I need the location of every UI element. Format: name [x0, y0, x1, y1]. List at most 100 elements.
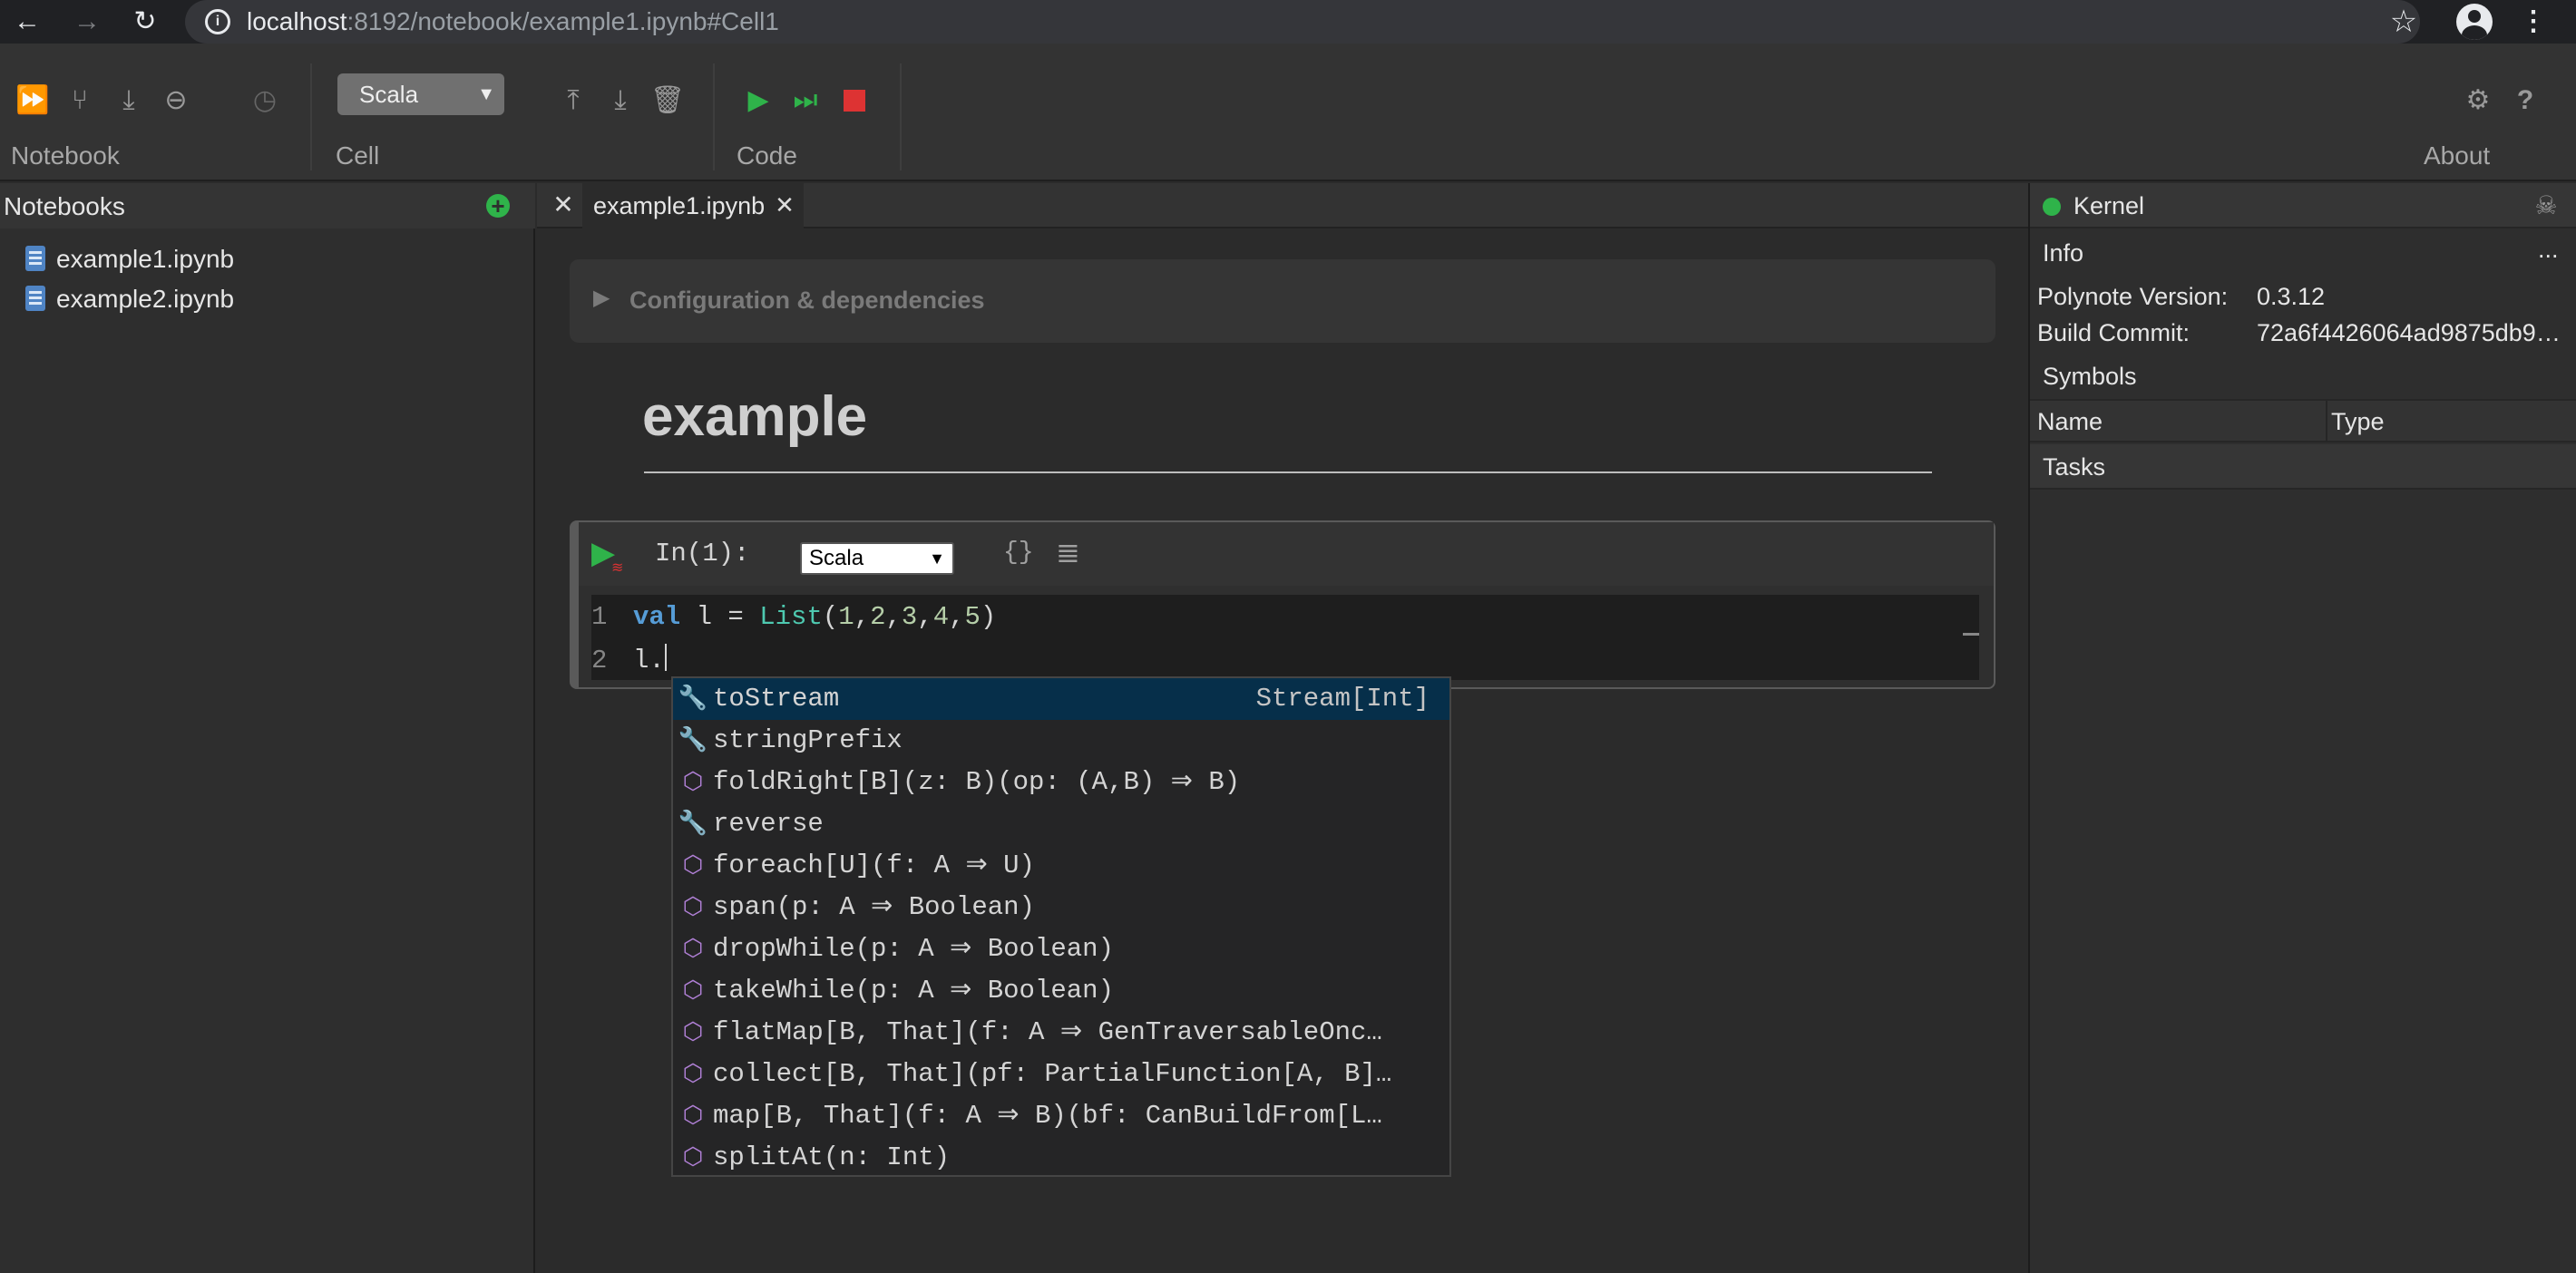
code-token: ,	[854, 602, 871, 632]
code-token: 3	[901, 602, 918, 632]
autocomplete-item[interactable]: ⬡ foldRight[B](z: B)(op: (A,B) ⇒ B)	[673, 762, 1449, 803]
line-number: 1	[591, 602, 608, 632]
forward-icon[interactable]: →	[69, 4, 105, 40]
history-icon[interactable]: ◷	[245, 81, 285, 121]
autocomplete-item-label: stringPrefix	[713, 725, 903, 755]
code-cell[interactable]: ▶ ≋ In(1): Scala ▼ {} ≣ 1 val l = List(1,2…	[570, 520, 1995, 689]
back-icon[interactable]: ←	[9, 4, 45, 40]
kernel-header[interactable]: Kernel ☠	[2030, 183, 2576, 228]
toolbar-separator	[900, 63, 902, 170]
insert-above-icon[interactable]: ⤒	[553, 81, 593, 121]
notebooks-panel: Notebooks + example1.ipynb example2.ipyn…	[0, 183, 535, 1273]
column-divider	[2326, 401, 2327, 441]
insert-below-icon[interactable]: ⤓	[600, 81, 640, 121]
help-icon[interactable]: ?	[2505, 81, 2545, 121]
autocomplete-item-label: map[B, That](f: A ⇒ B)(bf: CanBuildFrom[…	[713, 1101, 1382, 1131]
autocomplete-item[interactable]: ⬡ splitAt(n: Int)	[673, 1137, 1449, 1179]
info-value: 72a6f4426064ad9875db9…	[2257, 319, 2561, 346]
toolbar-separator	[310, 63, 312, 170]
notebook-title[interactable]: example	[642, 384, 867, 449]
symbols-title: Symbols	[2043, 363, 2137, 390]
braces-icon[interactable]: {}	[1003, 539, 1034, 567]
settings-icon[interactable]: ⚙	[2458, 81, 2498, 121]
autocomplete-item[interactable]: ⬡ takeWhile(p: A ⇒ Boolean)	[673, 970, 1449, 1012]
notebooks-panel-header: Notebooks +	[0, 183, 535, 228]
clear-output-icon[interactable]: ⊖	[156, 81, 196, 121]
cell-type-select[interactable]: Scala ▼	[337, 73, 504, 115]
cell-type-value: Scala	[359, 81, 419, 108]
wrench-icon: 🔧	[678, 685, 708, 713]
kill-kernel-skull-icon[interactable]: ☠	[2531, 190, 2561, 221]
cell-prompt: In(1):	[655, 539, 750, 568]
wrench-icon: 🔧	[678, 727, 708, 754]
autocomplete-item-label: dropWhile(p: A ⇒ Boolean)	[713, 934, 1114, 964]
bookmark-star-icon[interactable]: ☆	[2386, 4, 2422, 40]
notebook-file-name: example2.ipynb	[56, 285, 235, 313]
cube-icon: ⬡	[682, 1144, 704, 1171]
autocomplete-item[interactable]: ⬡ span(p: A ⇒ Boolean)	[673, 887, 1449, 928]
code-token: 5	[964, 602, 981, 632]
code-token: 4	[932, 602, 950, 632]
code-token: val	[633, 602, 681, 632]
code-token: (	[822, 602, 839, 632]
browser-menu-icon[interactable]: ⋮	[2520, 4, 2547, 40]
autocomplete-item-label: foreach[U](f: A ⇒ U)	[713, 850, 1035, 880]
cube-icon: ⬡	[682, 1019, 704, 1046]
wrench-icon: 🔧	[678, 811, 708, 838]
site-info-icon[interactable]: i	[205, 9, 230, 34]
code-token: )	[980, 602, 997, 632]
cube-icon: ⬡	[682, 977, 704, 1005]
branch-icon[interactable]: ⑂	[60, 81, 100, 121]
autocomplete-item[interactable]: ⬡ collect[B, That](pf: PartialFunction[A,…	[673, 1054, 1449, 1095]
autocomplete-item[interactable]: ⬡ map[B, That](f: A ⇒ B)(bf: CanBuildFrom…	[673, 1095, 1449, 1137]
info-section-header[interactable]: Info ...	[2030, 230, 2576, 276]
tab-example1[interactable]: example1.ipynb ✕	[582, 183, 804, 228]
cube-icon: ⬡	[682, 936, 704, 963]
toolbar-group-code-label: Code	[737, 141, 797, 170]
tasks-section-header[interactable]: Tasks	[2030, 444, 2576, 490]
autocomplete-item-label: splitAt(n: Int)	[713, 1142, 951, 1172]
scrollbar-marker[interactable]	[1963, 633, 1979, 636]
kernel-title: Kernel	[2073, 192, 2145, 219]
autocomplete-item[interactable]: 🔧 toStream Stream[Int]	[673, 678, 1449, 720]
info-label: Build Commit:	[2037, 319, 2191, 346]
autocomplete-item[interactable]: 🔧 reverse	[673, 803, 1449, 845]
kernel-status-icon	[2043, 198, 2061, 216]
close-all-tabs-icon[interactable]: ✕	[550, 189, 577, 221]
code-editor[interactable]: 1 val l = List(1,2,3,4,5) 2 l.	[591, 595, 1979, 680]
add-notebook-icon[interactable]: +	[486, 194, 510, 218]
delete-cell-icon[interactable]: 🗑	[648, 81, 688, 121]
info-value: 0.3.12	[2257, 283, 2326, 310]
autocomplete-item-label: foldRight[B](z: B)(op: (A,B) ⇒ B)	[713, 767, 1241, 797]
notebook-list-item[interactable]: example1.ipynb	[25, 245, 234, 274]
run-to-cursor-icon[interactable]: ⏭	[785, 81, 825, 121]
autocomplete-item-label: span(p: A ⇒ Boolean)	[713, 892, 1035, 922]
autocomplete-item[interactable]: ⬡ dropWhile(p: A ⇒ Boolean)	[673, 928, 1449, 970]
notebooks-title: Notebooks	[4, 192, 125, 220]
code-token: ,	[885, 602, 902, 632]
profile-avatar-icon[interactable]	[2456, 4, 2493, 40]
symbols-column-name: Name	[2037, 408, 2103, 435]
reload-icon[interactable]: ↻	[127, 4, 163, 40]
notebook-list-item[interactable]: example2.ipynb	[25, 285, 234, 314]
autocomplete-item[interactable]: ⬡ foreach[U](f: A ⇒ U)	[673, 845, 1449, 887]
run-all-icon[interactable]: ⏩	[13, 81, 53, 121]
autocomplete-item[interactable]: ⬡ flatMap[B, That](f: A ⇒ GenTraversableO…	[673, 1012, 1449, 1054]
close-tab-icon[interactable]: ✕	[773, 189, 796, 221]
cell-language-select[interactable]: Scala ▼	[800, 542, 954, 575]
info-more-icon[interactable]: ...	[2538, 236, 2559, 264]
symbols-section-header[interactable]: Symbols	[2030, 354, 2576, 399]
run-cell-icon[interactable]: ▶	[738, 81, 778, 121]
code-line: 1 val l = List(1,2,3,4,5)	[591, 602, 996, 638]
list-icon[interactable]: ≣	[1056, 535, 1080, 569]
title-underline	[644, 471, 1932, 473]
line-number: 2	[591, 646, 608, 675]
autocomplete-item[interactable]: 🔧 stringPrefix	[673, 720, 1449, 762]
text-cursor	[664, 644, 667, 671]
cube-icon: ⬡	[682, 1103, 704, 1130]
toolbar-group-cell-label: Cell	[336, 141, 380, 170]
configuration-dependencies-bar[interactable]: ▶ Configuration & dependencies	[570, 259, 1995, 343]
url-text[interactable]: localhost:8192/notebook/example1.ipynb#C…	[247, 7, 779, 36]
download-icon[interactable]: ⤓	[109, 81, 149, 121]
stop-icon[interactable]	[844, 90, 865, 112]
